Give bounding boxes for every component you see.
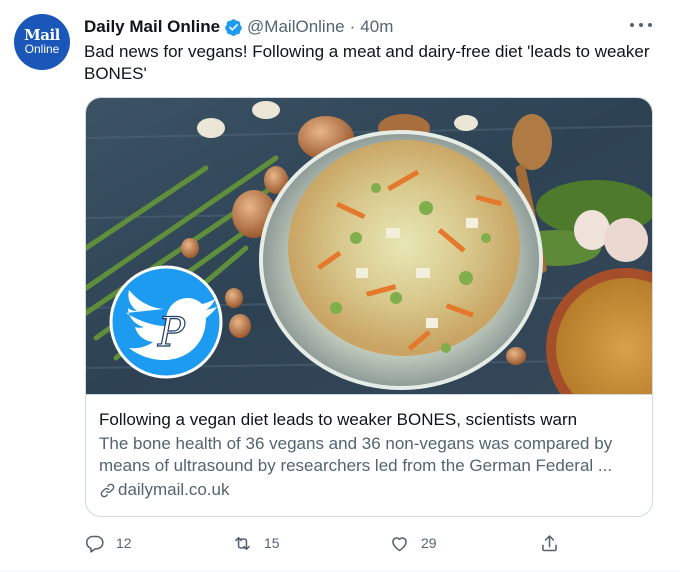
verified-badge-icon	[225, 18, 242, 36]
handle[interactable]: @MailOnline	[247, 17, 345, 37]
avatar-logo-line2: Online	[24, 42, 60, 56]
tweet-header: Daily Mail Online @MailOnline · 40m	[84, 16, 393, 38]
retweet-icon	[235, 536, 250, 550]
reply-icon	[85, 535, 104, 553]
share-icon	[542, 534, 557, 551]
share-button[interactable]	[539, 530, 560, 556]
card-title[interactable]: Following a vegan diet leads to weaker B…	[99, 409, 641, 430]
more-options-icon[interactable]	[630, 14, 652, 36]
timestamp[interactable]: 40m	[360, 17, 393, 37]
card-domain-text: dailymail.co.uk	[118, 480, 230, 499]
retweet-button[interactable]: 15	[232, 530, 280, 556]
link-icon	[100, 483, 115, 497]
link-card[interactable]: P Following a vegan diet leads to weaker…	[85, 97, 653, 517]
reply-button[interactable]: 12	[84, 530, 132, 556]
tweet-actions: 12 15 29	[84, 530, 574, 556]
like-count: 29	[421, 535, 437, 551]
more-dot	[639, 23, 643, 27]
card-domain[interactable]: dailymail.co.uk	[99, 479, 641, 501]
more-dot	[630, 23, 634, 27]
card-body[interactable]: Following a vegan diet leads to weaker B…	[86, 394, 652, 516]
reply-count: 12	[116, 535, 132, 551]
card-image[interactable]: P	[86, 98, 653, 394]
svg-text:P: P	[157, 310, 186, 356]
tweet[interactable]: Mail Online Daily Mail Online @MailOnlin…	[0, 0, 680, 572]
heart-icon	[392, 536, 407, 551]
tweet-text: Bad news for vegans! Following a meat an…	[84, 42, 650, 83]
more-dot	[648, 23, 652, 27]
like-button[interactable]: 29	[389, 530, 437, 556]
display-name[interactable]: Daily Mail Online	[84, 17, 220, 37]
separator-dot: ·	[349, 17, 356, 36]
retweet-count: 15	[264, 535, 280, 551]
card-description: The bone health of 36 vegans and 36 non-…	[99, 434, 613, 475]
avatar[interactable]: Mail Online	[14, 14, 70, 70]
avatar-logo-line1: Mail	[24, 26, 60, 44]
